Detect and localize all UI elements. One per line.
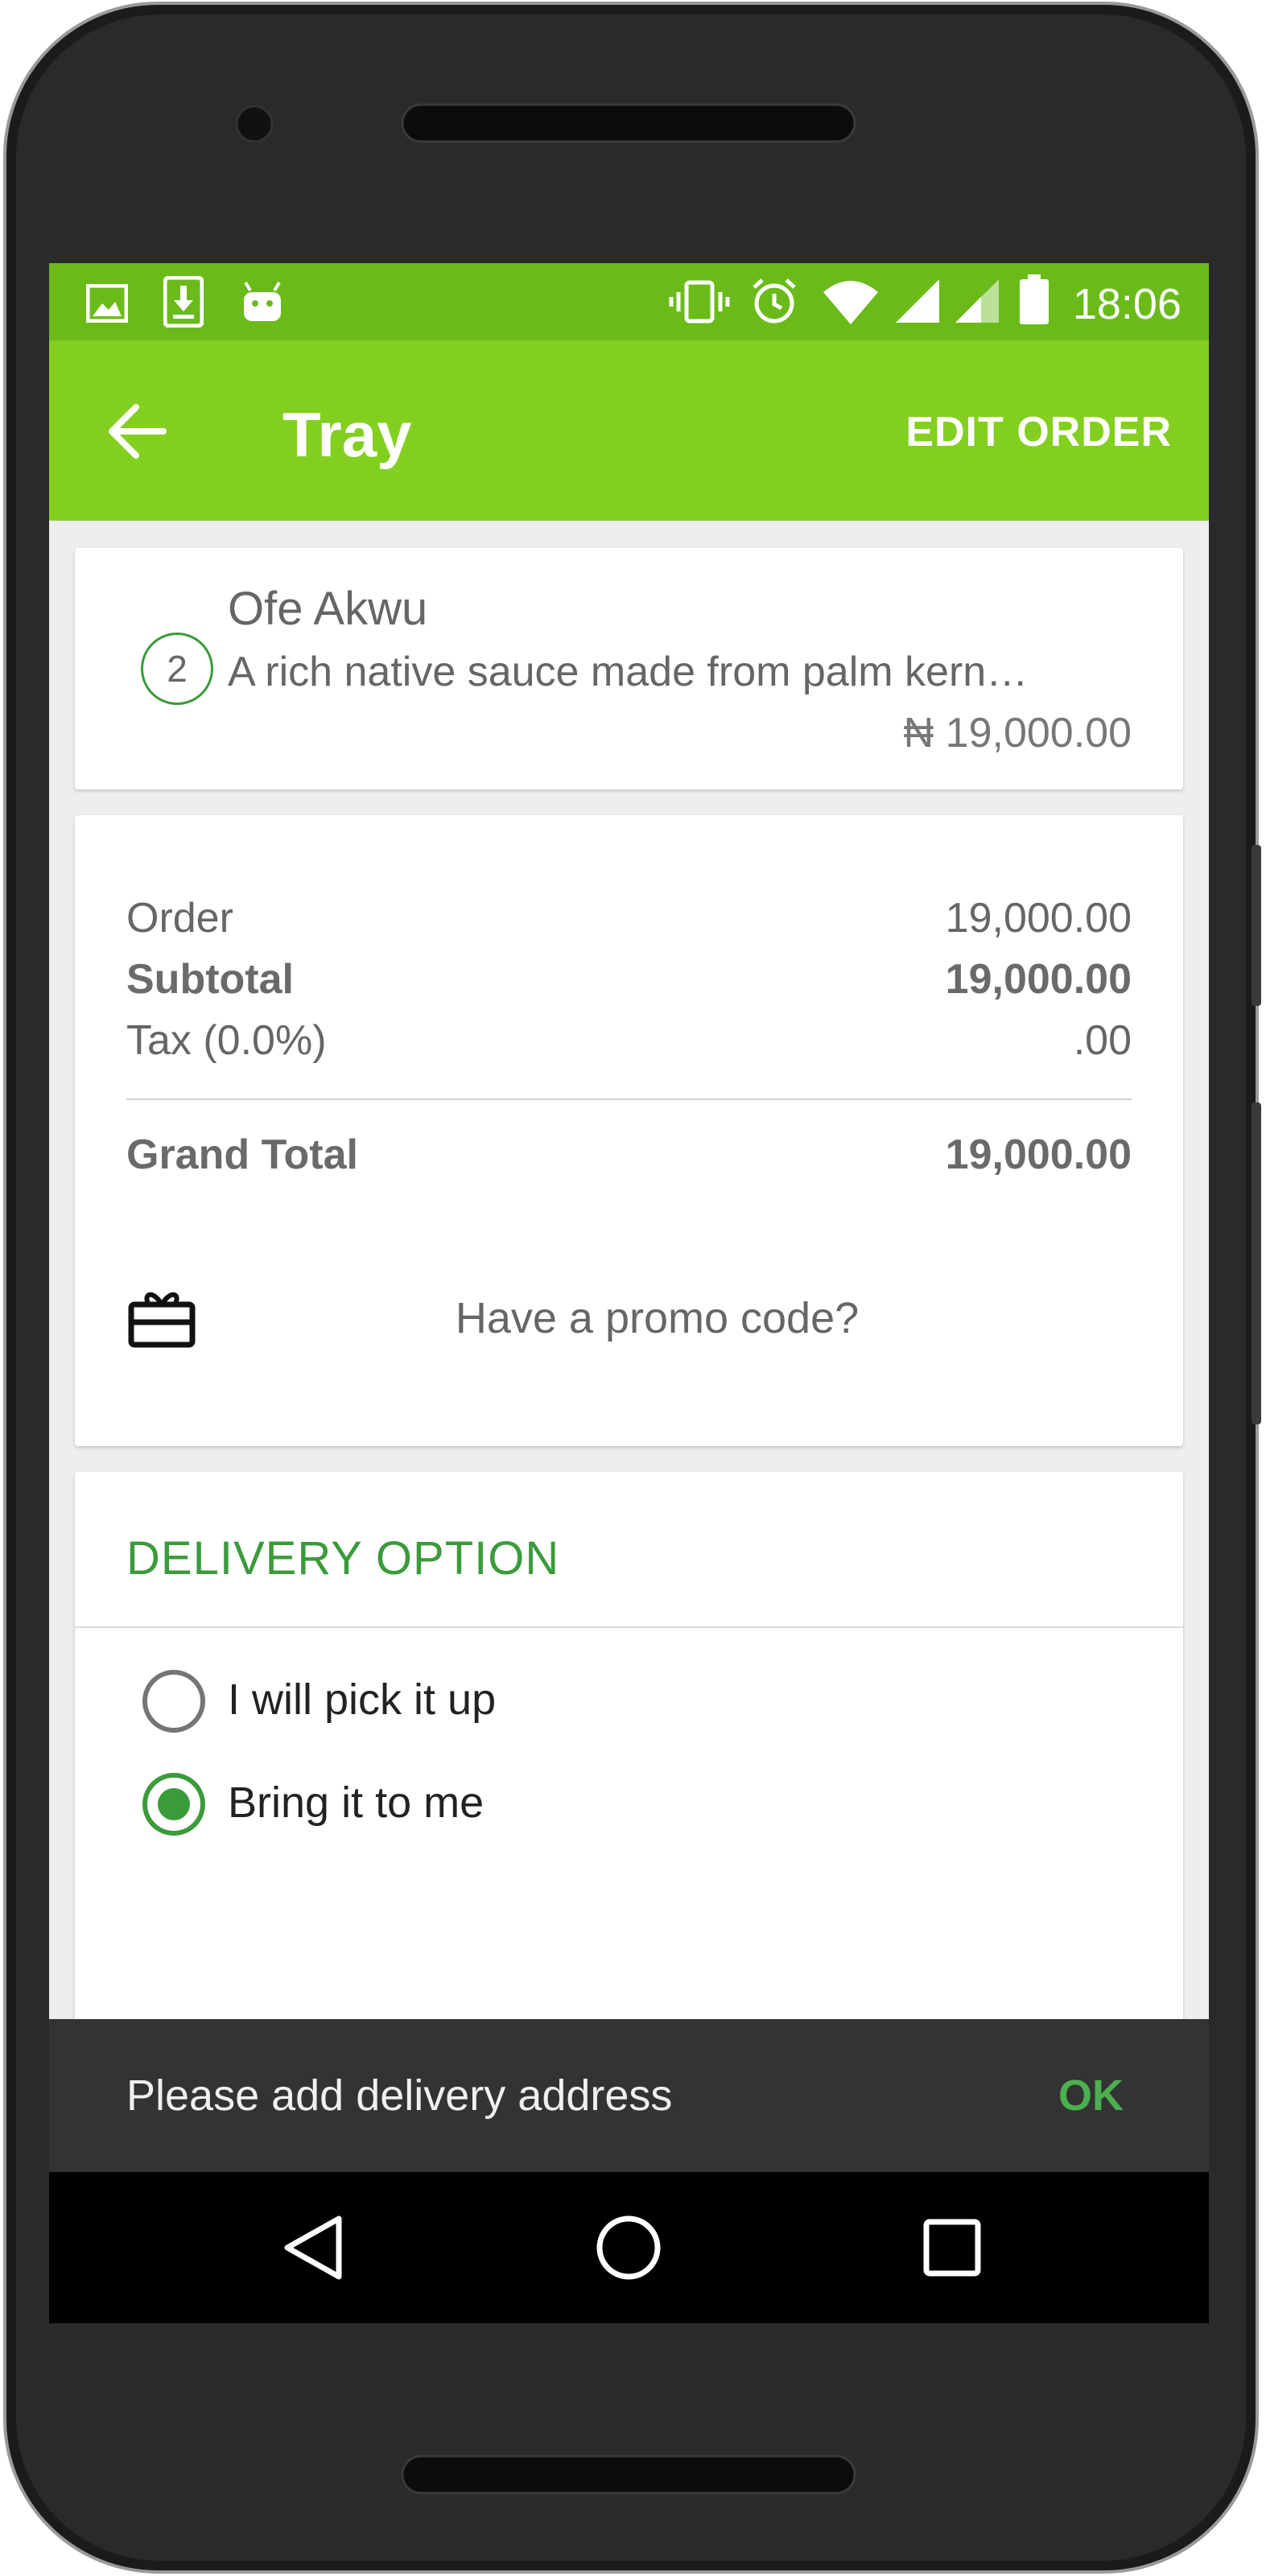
arrow-back-icon — [109, 404, 167, 459]
totals-card: Order 19,000.00 Subtotal 19,000.00 Tax (… — [75, 815, 1183, 1446]
tax-row: Tax (0.0%) .00 — [126, 1016, 1132, 1073]
tax-label: Tax (0.0%) — [126, 1017, 327, 1064]
status-time: 18:06 — [1072, 280, 1181, 328]
delivery-radio[interactable] — [142, 1773, 205, 1836]
snackbar: Please add delivery address OK — [49, 2019, 1209, 2172]
signal-icon — [955, 279, 999, 323]
grand-total-value: 19,000.00 — [945, 1131, 1132, 1178]
bottom-speaker — [401, 2454, 856, 2495]
phone-frame: 18:06 Tray EDIT ORDER 2 Ofe Akwu A rich … — [0, 0, 1266, 2576]
status-bar: 18:06 — [49, 263, 1209, 340]
pickup-option[interactable]: I will pick it up — [142, 1670, 625, 1737]
screen: 18:06 Tray EDIT ORDER 2 Ofe Akwu A rich … — [49, 263, 1209, 2323]
pickup-radio[interactable] — [142, 1670, 205, 1733]
nav-recents-icon[interactable] — [912, 2207, 992, 2288]
delivery-option[interactable]: Bring it to me — [142, 1773, 625, 1840]
grand-total-label: Grand Total — [126, 1131, 358, 1178]
android-icon — [244, 281, 281, 321]
delivery-divider — [75, 1626, 1183, 1628]
app-bar: Tray EDIT ORDER — [49, 340, 1209, 521]
quantity-badge: 2 — [141, 633, 213, 705]
alarm-icon — [753, 278, 796, 324]
tax-value: .00 — [1073, 1017, 1132, 1064]
signal-icon — [896, 279, 939, 323]
order-label: Order — [126, 895, 233, 942]
front-camera — [235, 105, 274, 143]
snackbar-message: Please add delivery address — [126, 2071, 673, 2120]
item-name: Ofe Akwu — [228, 583, 428, 635]
grand-total-row: Grand Total 19,000.00 — [126, 1131, 1132, 1187]
download-icon — [163, 276, 204, 328]
promo-code-row[interactable]: Have a promo code? — [75, 1250, 1183, 1362]
image-icon — [86, 284, 128, 323]
wifi-icon — [823, 281, 878, 324]
edit-order-button[interactable]: EDIT ORDER — [905, 408, 1172, 456]
pickup-label: I will pick it up — [228, 1675, 497, 1724]
delivery-option-title: DELIVERY OPTION — [126, 1532, 560, 1585]
item-description: A rich native sauce made from palm kern… — [228, 649, 1029, 695]
totals-divider — [126, 1098, 1132, 1100]
snackbar-ok-button[interactable]: OK — [1058, 2071, 1124, 2121]
navigation-bar — [49, 2172, 1209, 2323]
page-title: Tray — [282, 399, 412, 470]
order-value: 19,000.00 — [945, 895, 1132, 942]
nav-back-icon[interactable] — [274, 2207, 355, 2288]
vibrate-icon — [669, 280, 730, 324]
battery-icon — [1020, 274, 1049, 324]
subtotal-value: 19,000.00 — [945, 956, 1132, 1003]
order-item-card[interactable]: 2 Ofe Akwu A rich native sauce made from… — [75, 548, 1183, 789]
item-price: ₦ 19,000.00 — [903, 710, 1132, 756]
order-row: Order 19,000.00 — [126, 894, 1132, 950]
subtotal-label: Subtotal — [126, 956, 294, 1003]
earpiece-speaker — [401, 103, 856, 143]
nav-home-icon[interactable] — [588, 2207, 669, 2288]
promo-code-text: Have a promo code? — [455, 1294, 860, 1342]
subtotal-row: Subtotal 19,000.00 — [126, 955, 1132, 1012]
back-button[interactable] — [97, 395, 186, 468]
delivery-label: Bring it to me — [228, 1778, 485, 1827]
